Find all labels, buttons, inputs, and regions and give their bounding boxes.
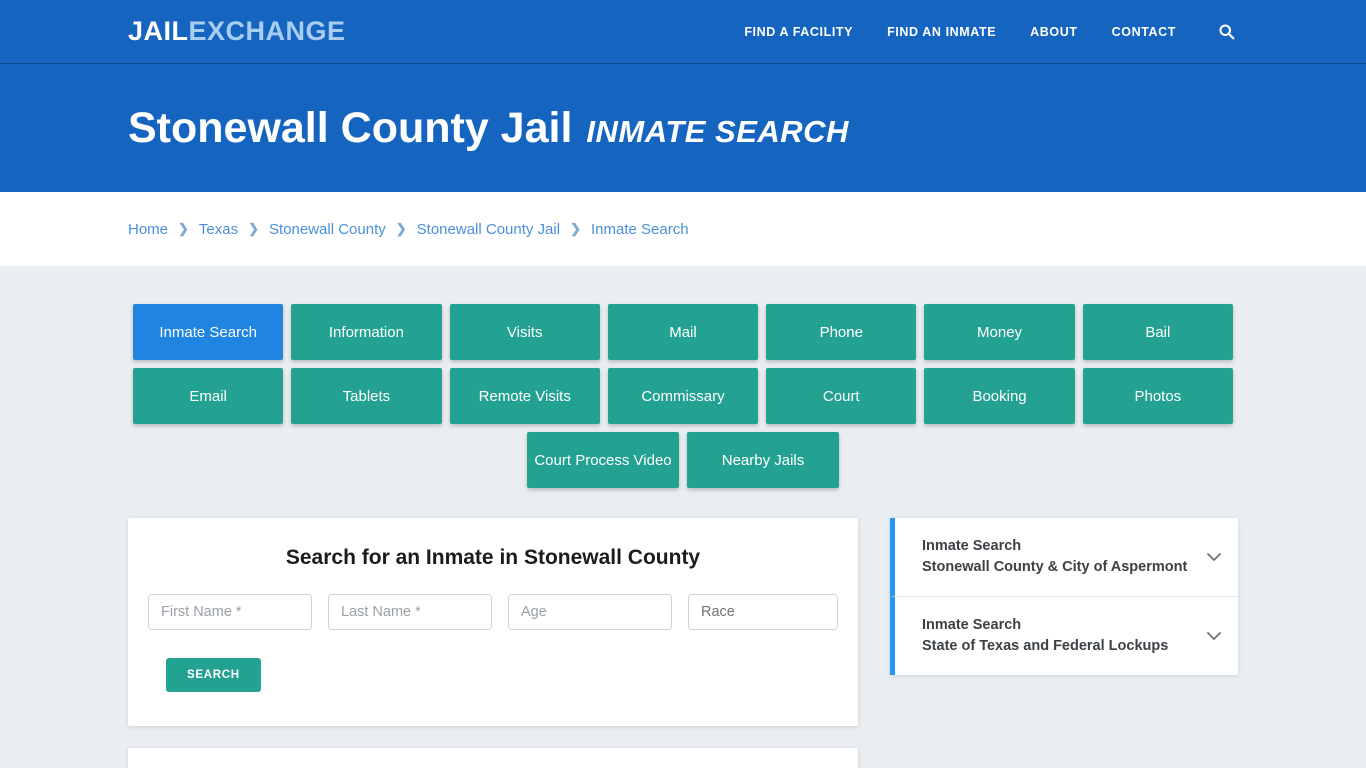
race-select[interactable]: Race [688,594,838,630]
accordion-item-text: Inmate Search Stonewall County & City of… [922,536,1200,578]
page-title: Stonewall County Jail [128,103,573,152]
section-tabs: Inmate Search Information Visits Mail Ph… [133,304,1233,488]
breadcrumb-separator-icon: ❯ [178,221,189,236]
left-column: Search for an Inmate in Stonewall County… [128,518,858,768]
logo-secondary-text: EXCHANGE [188,16,346,46]
tab-nearby-jails[interactable]: Nearby Jails [687,432,839,488]
secondary-content-card [128,748,858,768]
inmate-search-card: Search for an Inmate in Stonewall County… [128,518,858,726]
tab-row-1: Inmate Search Information Visits Mail Ph… [133,304,1233,360]
accordion-item-title: Inmate Search [922,538,1022,554]
nav-item-about[interactable]: ABOUT [1030,25,1077,39]
search-button[interactable]: SEARCH [166,658,261,692]
tab-visits[interactable]: Visits [449,304,600,360]
accordion-item-title: Inmate Search [922,617,1022,634]
nav-item-find-an-inmate[interactable]: FIND AN INMATE [887,25,996,39]
accordion-item-state[interactable]: Inmate Search State of Texas and Federal… [890,596,1238,676]
breadcrumb-separator-icon: ❯ [248,221,260,236]
nav-item-contact[interactable]: CONTACT [1112,25,1176,39]
page-subtitle: INMATE SEARCH [586,113,849,149]
tab-remote-visits[interactable]: Remote Visits [449,368,600,424]
logo-primary-text: JAIL [128,16,189,46]
tab-commissary[interactable]: Commissary [607,368,759,424]
breadcrumb-separator-icon: ❯ [570,221,581,236]
accordion-item-county[interactable]: Inmate Search Stonewall County & City of… [890,518,1238,597]
breadcrumb-item-texas[interactable]: Texas [199,221,238,238]
tab-tablets[interactable]: Tablets [291,368,442,424]
tab-email[interactable]: Email [133,368,284,424]
tab-photos[interactable]: Photos [1082,368,1233,424]
main-content: Inmate Search Information Visits Mail Ph… [0,266,1366,768]
tab-row-2: Email Tablets Remote Visits Commissary C… [133,368,1233,424]
tab-inmate-search[interactable]: Inmate Search [133,304,284,360]
breadcrumb-bar: Home ❯ Texas ❯ Stonewall County ❯ Stonew… [0,192,1366,266]
breadcrumb: Home ❯ Texas ❯ Stonewall County ❯ Stonew… [128,221,689,238]
search-form-heading: Search for an Inmate in Stonewall County [285,546,701,569]
chevron-down-icon[interactable] [1204,626,1224,646]
tab-row-3: Court Process Video Nearby Jails [133,432,1233,488]
search-form-fields: Race [146,594,840,630]
age-input[interactable] [508,594,672,630]
chevron-down-icon[interactable] [1204,547,1224,567]
tab-phone[interactable]: Phone [766,304,917,360]
breadcrumb-item-stonewall-county[interactable]: Stonewall County [269,221,386,238]
accordion-item-text: Inmate Search State of Texas and Federal… [922,615,1200,657]
tab-money[interactable]: Money [924,304,1075,360]
breadcrumb-item-inmate-search: Inmate Search [590,220,689,238]
main-navigation: FIND A FACILITY FIND AN INMATE ABOUT CON… [744,22,1236,42]
nav-item-find-a-facility[interactable]: FIND A FACILITY [744,25,853,39]
tab-court[interactable]: Court [766,368,917,424]
right-column: Inmate Search Stonewall County & City of… [890,518,1238,676]
first-name-input[interactable] [148,594,312,630]
tab-mail[interactable]: Mail [607,304,759,360]
tab-bail[interactable]: Bail [1082,304,1233,360]
body-columns: Search for an Inmate in Stonewall County… [128,518,1238,768]
tab-court-process-video[interactable]: Court Process Video [527,432,679,488]
site-header: JAILEXCHANGE FIND A FACILITY FIND AN INM… [0,0,1366,64]
accordion-item-subtitle: State of Texas and Federal Lockups [922,638,1169,655]
breadcrumb-item-home[interactable]: Home [128,221,168,238]
site-logo[interactable]: JAILEXCHANGE [128,18,346,45]
page-hero: Stonewall County Jail INMATE SEARCH [0,64,1366,192]
accordion-item-subtitle: Stonewall County & City of Aspermont [922,559,1188,576]
search-icon[interactable] [1216,22,1236,42]
breadcrumb-item-stonewall-county-jail[interactable]: Stonewall County Jail [417,221,560,238]
last-name-input[interactable] [328,594,492,630]
inmate-search-accordion: Inmate Search Stonewall County & City of… [890,518,1238,676]
tab-information[interactable]: Information [291,304,442,360]
tab-booking[interactable]: Booking [924,368,1075,424]
breadcrumb-separator-icon: ❯ [395,221,407,236]
